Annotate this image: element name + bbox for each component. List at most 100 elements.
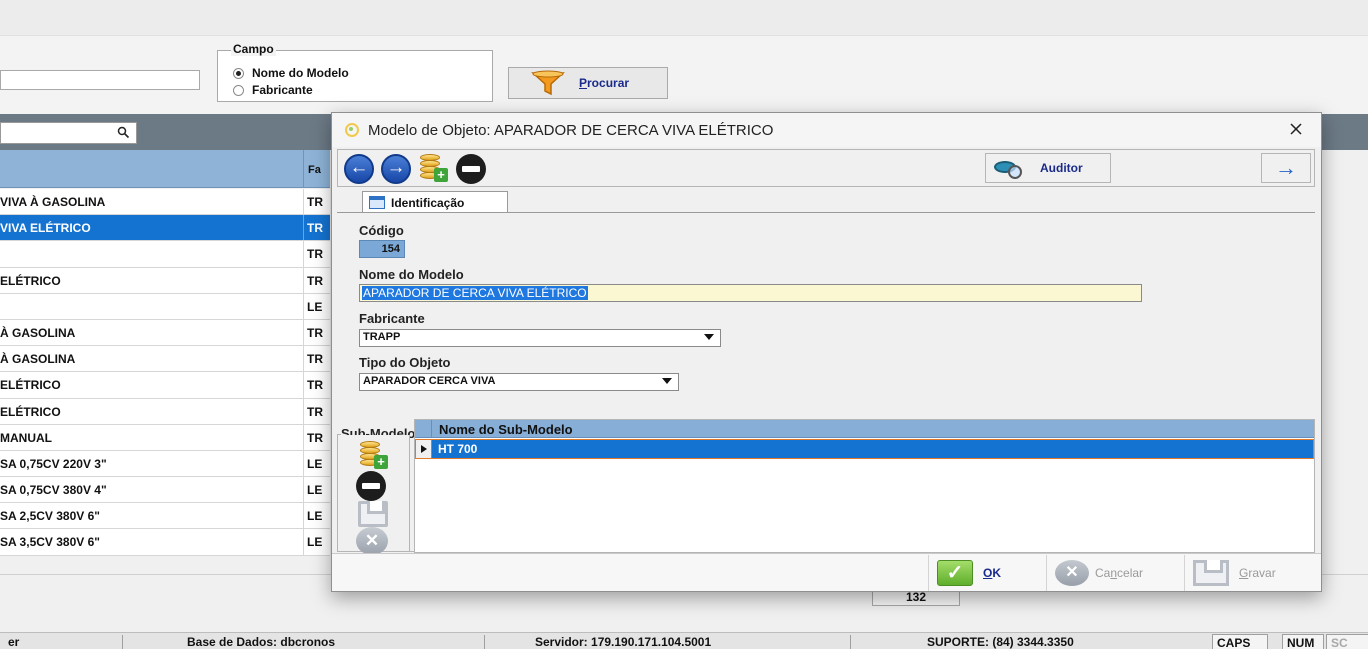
grid-row[interactable]: VIVA ELÉTRICO TR: [0, 215, 330, 242]
remove-submodelo-button[interactable]: [356, 471, 386, 501]
submodelos-grid: Nome do Sub-Modelo HT 700: [414, 419, 1315, 553]
caps-indicator: CAPS: [1212, 634, 1268, 649]
title-strip: [0, 0, 1368, 36]
num-indicator: NUM: [1282, 634, 1324, 649]
grid-cell-modelo: ELÉTRICO: [0, 404, 61, 419]
status-bar: er Base de Dados: dbcronos Servidor: 179…: [0, 632, 1368, 649]
grid-row[interactable]: À GASOLINA TR: [0, 319, 330, 347]
codigo-label: Código: [359, 223, 404, 238]
arrow-right-icon: →: [386, 157, 406, 178]
grid-cell-modelo: ELÉTRICO: [0, 273, 61, 288]
cancelar-button[interactable]: ✕ Cancelar: [1046, 555, 1182, 591]
grid-cell-modelo: ELÉTRICO: [0, 378, 61, 393]
submodelos-toolbar: + ✕: [340, 435, 410, 555]
grid-cell-modelo: À GASOLINA: [0, 352, 76, 367]
search-icon[interactable]: [117, 126, 130, 142]
grid-cell-fabricante: LE: [303, 503, 330, 529]
eye-magnifier-icon: [992, 157, 1032, 179]
cancel-submodelo-icon[interactable]: ✕: [356, 527, 388, 555]
dialog-footer: ✓ OK ✕ Cancelar Gravar: [332, 553, 1321, 591]
app-icon: [345, 123, 359, 137]
grid-cell-modelo: MANUAL: [0, 430, 52, 445]
dialog-title: Modelo de Objeto: APARADOR DE CERCA VIVA…: [368, 121, 774, 139]
radio-nome-do-modelo[interactable]: Nome do Modelo: [233, 66, 349, 80]
radio-label: Nome do Modelo: [252, 66, 349, 80]
submodelo-row[interactable]: HT 700: [415, 439, 1314, 459]
grid-row[interactable]: À GASOLINA TR: [0, 346, 330, 373]
check-icon: ✓: [937, 560, 973, 586]
grid-row[interactable]: SA 0,75CV 380V 4" LE: [0, 477, 330, 504]
grid-cell-modelo: VIVA À GASOLINA: [0, 195, 106, 209]
previous-record-button[interactable]: ←: [344, 154, 374, 184]
auditor-button[interactable]: Auditor: [985, 153, 1111, 183]
grid-row[interactable]: ELÉTRICO TR: [0, 372, 330, 399]
grid-cell-fabricante: TR: [303, 215, 330, 241]
campo-legend: Campo: [231, 42, 276, 56]
chevron-down-icon[interactable]: [704, 334, 714, 340]
goto-button[interactable]: →: [1261, 153, 1311, 183]
gravar-button[interactable]: Gravar: [1184, 555, 1312, 591]
grid-filter-input[interactable]: [0, 122, 137, 144]
grid-cell-fabricante: TR: [303, 424, 330, 450]
modelo-objeto-dialog: Modelo de Objeto: APARADOR DE CERCA VIVA…: [331, 112, 1322, 592]
submodelos-header[interactable]: Nome do Sub-Modelo: [415, 420, 1314, 438]
grid-column-header-fabricante[interactable]: Fa: [303, 150, 331, 188]
gravar-label: Gravar: [1239, 566, 1276, 580]
grid-cell-fabricante: TR: [303, 372, 330, 398]
fabricante-label: Fabricante: [359, 311, 425, 326]
tipo-objeto-label: Tipo do Objeto: [359, 355, 451, 370]
procurar-label: Procurar: [579, 76, 630, 90]
grid-row[interactable]: ELÉTRICO TR: [0, 398, 330, 425]
grid-cell-fabricante: TR: [303, 189, 330, 215]
grid-cell-modelo: VIVA ELÉTRICO: [0, 221, 91, 236]
dialog-titlebar[interactable]: Modelo de Objeto: APARADOR DE CERCA VIVA…: [332, 113, 1321, 147]
procurar-button[interactable]: Procurar: [508, 67, 668, 99]
close-icon: [1290, 123, 1302, 135]
form-icon: [369, 196, 385, 209]
row-indicator-icon: [416, 440, 432, 458]
radio-checked-icon[interactable]: [233, 67, 244, 79]
tipo-objeto-select[interactable]: APARADOR CERCA VIVA: [359, 373, 679, 391]
nome-modelo-input[interactable]: APARADOR DE CERCA VIVA ELÉTRICO: [359, 284, 1142, 302]
status-database: Base de Dados: dbcronos: [122, 635, 482, 649]
grid-cell-fabricante: LE: [303, 293, 330, 319]
fabricante-select[interactable]: TRAPP: [359, 329, 721, 347]
grid-cell-fabricante: LE: [303, 450, 330, 477]
grid-cell-fabricante: TR: [303, 319, 330, 346]
grid-cell-modelo: SA 2,5CV 380V 6": [0, 509, 100, 524]
status-support: SUPORTE: (84) 3344.3350: [850, 635, 1208, 649]
status-user: er: [8, 635, 20, 649]
grid-row[interactable]: ELÉTRICO TR: [0, 267, 330, 294]
grid-row[interactable]: SA 2,5CV 380V 6" LE: [0, 503, 330, 530]
grid-column-header[interactable]: [0, 150, 330, 188]
ok-button[interactable]: ✓ OK: [928, 555, 1044, 591]
grid-row[interactable]: SA 0,75CV 220V 3" LE: [0, 450, 330, 478]
add-record-button[interactable]: +: [420, 154, 450, 184]
chevron-down-icon[interactable]: [662, 378, 672, 384]
auditor-label: Auditor: [1040, 161, 1083, 175]
next-record-button[interactable]: →: [381, 154, 411, 184]
grid-row[interactable]: TR: [0, 241, 330, 268]
radio-fabricante[interactable]: Fabricante: [233, 83, 313, 97]
funnel-icon: [531, 70, 565, 96]
grid-row[interactable]: LE: [0, 293, 330, 320]
grid-row[interactable]: MANUAL TR: [0, 424, 330, 451]
search-input[interactable]: [0, 70, 200, 90]
delete-record-button[interactable]: [456, 154, 486, 184]
grid-rows: VIVA À GASOLINA TR VIVA ELÉTRICO TR TR ELÉTRI…: [0, 189, 330, 556]
grid-row[interactable]: VIVA À GASOLINA TR: [0, 189, 330, 216]
ok-label: OK: [983, 566, 1002, 580]
grid-cell-modelo: SA 3,5CV 380V 6": [0, 535, 100, 550]
save-submodelo-icon[interactable]: [358, 501, 388, 527]
tab-identificacao[interactable]: Identificação: [362, 191, 508, 213]
status-server: Servidor: 179.190.171.104.5001: [484, 635, 848, 649]
tipo-objeto-value: APARADOR CERCA VIVA: [363, 375, 496, 387]
radio-unchecked-icon[interactable]: [233, 84, 244, 96]
close-button[interactable]: [1285, 119, 1307, 141]
grid-row[interactable]: SA 3,5CV 380V 6" LE: [0, 529, 330, 556]
add-submodelo-button[interactable]: +: [360, 441, 388, 469]
cancel-icon: ✕: [1055, 560, 1089, 586]
nome-modelo-label: Nome do Modelo: [359, 267, 464, 282]
grid-cell-fabricante: TR: [303, 267, 330, 293]
grid-cell-fabricante: LE: [303, 477, 330, 503]
